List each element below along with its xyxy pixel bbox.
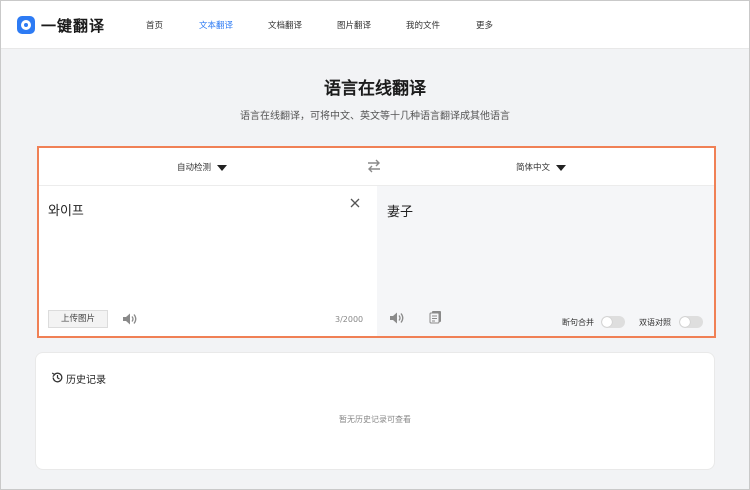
top-nav-bar: 一键翻译 首页 文本翻译 文档翻译 图片翻译 我的文件 更多 bbox=[1, 1, 749, 49]
clear-text-icon[interactable] bbox=[348, 196, 362, 210]
caret-down-icon bbox=[217, 164, 228, 171]
nav-item-doc-translate[interactable]: 文档翻译 bbox=[268, 19, 302, 31]
target-language-select[interactable]: 简体中文 bbox=[516, 161, 567, 173]
swap-languages-icon[interactable] bbox=[366, 159, 382, 173]
speaker-icon[interactable] bbox=[389, 311, 405, 325]
history-icon bbox=[51, 372, 63, 383]
speaker-icon[interactable] bbox=[122, 312, 138, 326]
nav-item-image-translate[interactable]: 图片翻译 bbox=[337, 19, 371, 31]
app-logo-icon[interactable] bbox=[17, 16, 35, 34]
copy-icon[interactable] bbox=[429, 310, 442, 324]
language-bar: 自动检测 简体中文 bbox=[39, 148, 714, 186]
upload-image-button[interactable]: 上传图片 bbox=[48, 310, 108, 328]
source-pane: 와이프 上传图片 3/2000 bbox=[39, 186, 377, 336]
history-empty-text: 暂无历史记录可查看 bbox=[339, 415, 411, 424]
source-language-label: 自动检测 bbox=[177, 163, 212, 173]
bilingual-label: 双语对照 bbox=[639, 318, 671, 327]
source-language-select[interactable]: 自动检测 bbox=[177, 161, 228, 173]
merge-sentences-label: 断句合并 bbox=[562, 318, 594, 327]
history-title: 历史记录 bbox=[66, 375, 106, 386]
target-pane: 妻子 断句合并 双语对照 bbox=[377, 186, 714, 336]
merge-sentences-toggle[interactable] bbox=[601, 316, 625, 328]
bilingual-toggle[interactable] bbox=[679, 316, 703, 328]
nav-item-home[interactable]: 首页 bbox=[146, 19, 163, 31]
brand-name[interactable]: 一键翻译 bbox=[41, 15, 105, 36]
caret-down-icon bbox=[556, 164, 567, 171]
nav-item-my-files[interactable]: 我的文件 bbox=[406, 19, 440, 31]
char-count: 3/2000 bbox=[335, 315, 364, 324]
page-title: 语言在线翻译 bbox=[324, 79, 426, 99]
translator-panel: 自动检测 简体中文 와이프 上传图片 3/2000 妻子 断句合并 双语对照 bbox=[37, 146, 716, 338]
history-panel: 历史记录 暂无历史记录可查看 bbox=[35, 352, 715, 470]
page-subtitle: 语言在线翻译，可将中文、英文等十几种语言翻译成其他语言 bbox=[240, 111, 510, 122]
nav-item-more[interactable]: 更多 bbox=[476, 19, 493, 31]
target-language-label: 简体中文 bbox=[516, 163, 551, 173]
translated-text: 妻子 bbox=[387, 205, 414, 220]
source-text-input[interactable]: 와이프 bbox=[48, 200, 84, 219]
nav-item-text-translate[interactable]: 文本翻译 bbox=[199, 19, 233, 31]
